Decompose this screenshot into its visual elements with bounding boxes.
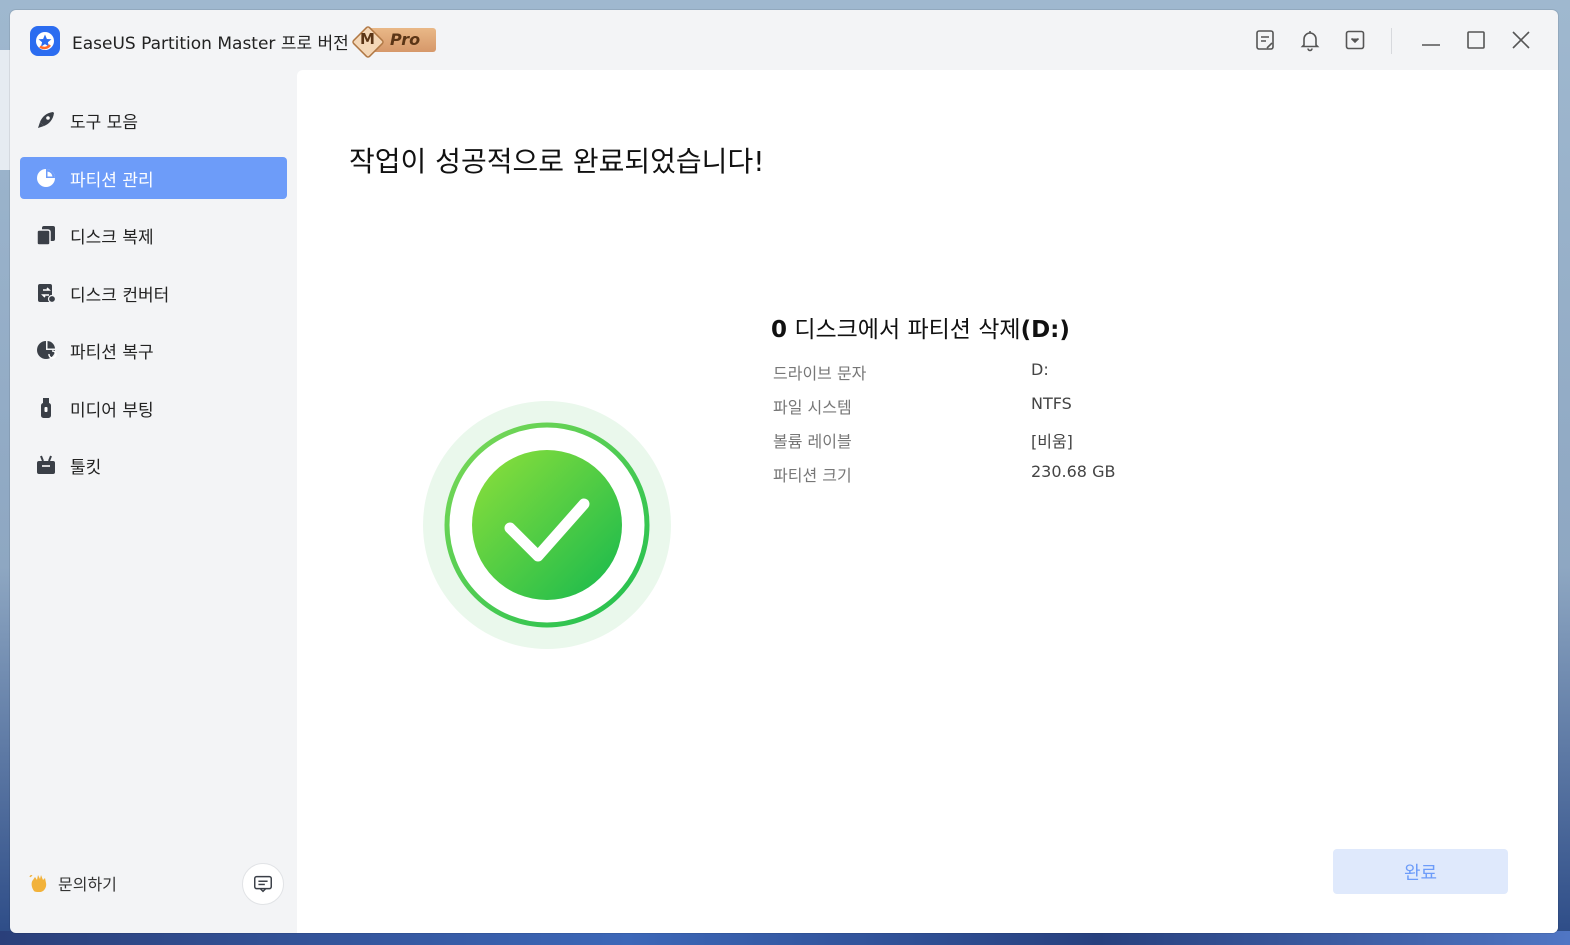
detail-key: 파티션 크기	[773, 466, 852, 485]
pro-badge: M Pro	[351, 25, 438, 59]
desktop-edge	[0, 50, 10, 170]
sidebar-item-label: 파티션 관리	[70, 170, 154, 191]
usb-icon	[41, 398, 51, 418]
sidebar-item-label: 도구 모음	[70, 112, 138, 133]
operation-drive: (D:)	[1020, 317, 1070, 343]
sidebar-item-label: 툴킷	[70, 457, 102, 478]
recovery-icon	[37, 341, 57, 359]
title-bar: EaseUS Partition Master 프로 버전 M Pro	[10, 10, 1558, 70]
badge-label: Pro	[390, 30, 421, 49]
maximize-icon[interactable]	[1464, 28, 1488, 52]
success-check-icon	[423, 401, 671, 649]
page-title: 작업이 성공적으로 완료되었습니다!	[349, 145, 765, 178]
operation-title: 0 디스크에서 파티션 삭제(D:)	[771, 310, 1070, 344]
operation-text: 디스크에서 파티션 삭제	[787, 317, 1021, 343]
titlebar-divider	[1391, 28, 1392, 54]
sidebar-item-partition-recovery[interactable]: 파티션 복구	[20, 329, 287, 371]
sidebar-item-label: 디스크 복제	[70, 227, 154, 248]
dropdown-menu-icon[interactable]	[1343, 28, 1367, 52]
sidebar: 도구 모음 파티션 관리 디스크 복제 디스크 컨버터 파티션 복구 미디어 부…	[10, 70, 297, 933]
feedback-icon[interactable]	[1253, 28, 1277, 52]
chat-icon	[254, 875, 272, 893]
done-button[interactable]: 완료	[1333, 849, 1508, 894]
contact-link[interactable]: 문의하기	[28, 871, 117, 895]
badge-letter: M	[360, 30, 375, 48]
done-button-label: 완료	[1403, 862, 1438, 884]
minimize-icon[interactable]	[1419, 28, 1443, 52]
sidebar-item-label: 미디어 부팅	[70, 400, 154, 421]
bell-icon[interactable]	[1298, 28, 1322, 52]
sidebar-item-disk-converter[interactable]: 디스크 컨버터	[20, 272, 287, 314]
sidebar-item-tools[interactable]: 도구 모음	[20, 99, 287, 141]
operation-disk: 0	[771, 317, 788, 343]
pie-chart-icon	[37, 169, 55, 187]
sidebar-item-label: 디스크 컨버터	[70, 285, 170, 306]
sidebar-item-disk-clone[interactable]: 디스크 복제	[20, 214, 287, 256]
detail-key: 볼륨 레이블	[773, 432, 852, 451]
sidebar-item-partition-manager[interactable]: 파티션 관리	[20, 157, 287, 199]
close-icon[interactable]	[1509, 28, 1533, 52]
app-logo-icon	[30, 26, 60, 56]
app-title: EaseUS Partition Master 프로 버전	[72, 34, 349, 54]
detail-key: 파일 시스템	[773, 398, 852, 417]
sidebar-item-label: 파티션 복구	[70, 342, 154, 363]
detail-key: 드라이브 문자	[773, 364, 867, 383]
toolkit-icon	[37, 455, 55, 474]
convert-icon	[38, 284, 57, 304]
contact-label: 문의하기	[58, 875, 117, 894]
sidebar-item-toolkit[interactable]: 툴킷	[20, 444, 287, 486]
waving-hand-icon	[29, 875, 47, 892]
main-panel: 작업이 성공적으로 완료되었습니다! 0 디스크에서 파티션 삭제(D:) 드라…	[297, 70, 1558, 933]
chat-button[interactable]	[242, 863, 284, 905]
rocket-icon	[38, 112, 54, 128]
detail-value: NTFS	[1031, 394, 1072, 413]
taskbar-wallpaper	[0, 931, 1570, 945]
detail-value: [비움]	[1031, 432, 1073, 451]
sidebar-item-bootable-media[interactable]: 미디어 부팅	[20, 387, 287, 429]
copy-icon	[36, 226, 55, 246]
detail-value: D:	[1031, 360, 1049, 379]
app-window: EaseUS Partition Master 프로 버전 M Pro 도구 모…	[10, 10, 1558, 933]
detail-value: 230.68 GB	[1031, 462, 1116, 481]
